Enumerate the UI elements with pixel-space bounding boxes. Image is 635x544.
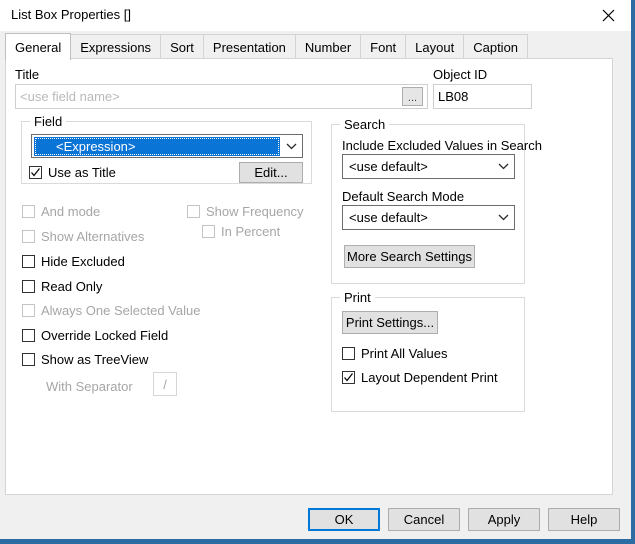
- tab-label: Expressions: [80, 39, 152, 55]
- object-id-input[interactable]: LB08: [433, 84, 532, 109]
- dialog-footer: OK Cancel Apply Help: [0, 497, 631, 539]
- checkbox-layout-dependent-print[interactable]: Layout Dependent Print: [342, 370, 498, 385]
- object-id-label: Object ID: [433, 67, 488, 82]
- checkbox-label: And mode: [41, 204, 101, 219]
- checkbox-label: Use as Title: [48, 165, 116, 180]
- checkbox-box: [22, 205, 35, 218]
- apply-button[interactable]: Apply: [468, 508, 540, 531]
- checkbox-in-percent[interactable]: In Percent: [202, 224, 280, 239]
- tab-label: Layout: [415, 39, 455, 55]
- checkbox-show-as-treeview[interactable]: Show as TreeView: [22, 352, 148, 367]
- checkbox-override-locked-field[interactable]: Override Locked Field: [22, 328, 168, 343]
- checkbox-label: Override Locked Field: [41, 328, 169, 343]
- tab-sort[interactable]: Sort: [160, 34, 204, 59]
- checkbox-use-as-title[interactable]: Use as Title: [29, 165, 116, 180]
- include-excluded-combobox[interactable]: <use default>: [342, 154, 515, 179]
- chevron-down-icon: [280, 143, 302, 150]
- edit-button[interactable]: Edit...: [239, 162, 303, 183]
- checkbox-show-alternatives[interactable]: Show Alternatives: [22, 229, 144, 244]
- tab-strip: General Expressions Sort Presentation Nu…: [5, 33, 613, 60]
- help-button[interactable]: Help: [548, 508, 620, 531]
- tab-layout[interactable]: Layout: [405, 34, 465, 59]
- field-combobox-value: <Expression>: [34, 136, 280, 156]
- tab-expressions[interactable]: Expressions: [70, 34, 162, 59]
- checkbox-box: [22, 329, 35, 342]
- chevron-down-icon: [492, 214, 514, 221]
- close-icon[interactable]: [586, 0, 631, 31]
- checkbox-box: [22, 353, 35, 366]
- tab-caption[interactable]: Caption: [463, 34, 529, 59]
- field-group-label: Field: [30, 114, 67, 129]
- print-group-label: Print: [340, 290, 375, 305]
- tab-label: Number: [304, 39, 352, 55]
- checkbox-box: [22, 304, 35, 317]
- window-title: List Box Properties []: [11, 7, 131, 22]
- checkbox-box: [187, 205, 200, 218]
- tab-label: Font: [370, 39, 397, 55]
- checkbox-label: Hide Excluded: [41, 254, 125, 269]
- tab-label: Presentation: [212, 39, 286, 55]
- tab-label: General: [15, 39, 62, 55]
- field-combobox[interactable]: <Expression>: [31, 134, 303, 158]
- checkbox-box: [342, 347, 355, 360]
- checkbox-box: [22, 230, 35, 243]
- search-group-label: Search: [340, 117, 390, 132]
- checkbox-always-one-selected-value[interactable]: Always One Selected Value: [22, 303, 200, 318]
- with-separator-label: With Separator: [46, 379, 133, 394]
- checkbox-box: [22, 255, 35, 268]
- checkbox-box: [342, 371, 355, 384]
- checkbox-label: Show as TreeView: [41, 352, 149, 367]
- checkbox-label: Print All Values: [361, 346, 448, 361]
- checkbox-label: Read Only: [41, 279, 103, 294]
- checkbox-label: Show Alternatives: [41, 229, 145, 244]
- with-separator-value: /: [163, 376, 167, 392]
- checkbox-and-mode[interactable]: And mode: [22, 204, 100, 219]
- checkbox-box: [29, 166, 42, 179]
- checkbox-read-only[interactable]: Read Only: [22, 279, 102, 294]
- include-excluded-label: Include Excluded Values in Search: [342, 138, 542, 153]
- with-separator-input[interactable]: /: [153, 372, 177, 396]
- chevron-down-icon: [492, 163, 514, 170]
- tab-font[interactable]: Font: [360, 34, 407, 59]
- checkbox-label: Show Frequency: [206, 204, 304, 219]
- title-browse-button[interactable]: ...: [402, 87, 423, 106]
- checkbox-hide-excluded[interactable]: Hide Excluded: [22, 254, 125, 269]
- tab-label: Sort: [170, 39, 194, 55]
- title-field-label: Title: [15, 67, 40, 82]
- title-input[interactable]: <use field name>: [15, 84, 428, 109]
- print-settings-button[interactable]: Print Settings...: [342, 311, 438, 334]
- more-search-settings-button[interactable]: More Search Settings: [344, 245, 475, 268]
- title-input-placeholder: <use field name>: [20, 89, 120, 104]
- checkbox-box: [202, 225, 215, 238]
- dialog-window: List Box Properties [] General Expressio…: [0, 0, 635, 544]
- ok-button[interactable]: OK: [308, 508, 380, 531]
- checkbox-box: [22, 280, 35, 293]
- default-search-mode-label: Default Search Mode: [342, 189, 465, 204]
- checkbox-print-all-values[interactable]: Print All Values: [342, 346, 447, 361]
- title-bar: List Box Properties []: [0, 0, 631, 31]
- tab-general[interactable]: General: [5, 33, 72, 60]
- checkbox-label: In Percent: [221, 224, 281, 239]
- object-id-value: LB08: [438, 89, 469, 104]
- checkbox-label: Layout Dependent Print: [361, 370, 498, 385]
- tab-label: Caption: [473, 39, 519, 55]
- checkbox-show-frequency[interactable]: Show Frequency: [187, 204, 304, 219]
- checkbox-label: Always One Selected Value: [41, 303, 201, 318]
- tab-panel-general: Title <use field name> ... Object ID LB0…: [5, 58, 613, 495]
- tab-number[interactable]: Number: [294, 34, 362, 59]
- cancel-button[interactable]: Cancel: [388, 508, 460, 531]
- tab-presentation[interactable]: Presentation: [202, 34, 296, 59]
- include-excluded-value: <use default>: [349, 159, 428, 174]
- default-search-mode-combobox[interactable]: <use default>: [342, 205, 515, 230]
- default-search-mode-value: <use default>: [349, 210, 428, 225]
